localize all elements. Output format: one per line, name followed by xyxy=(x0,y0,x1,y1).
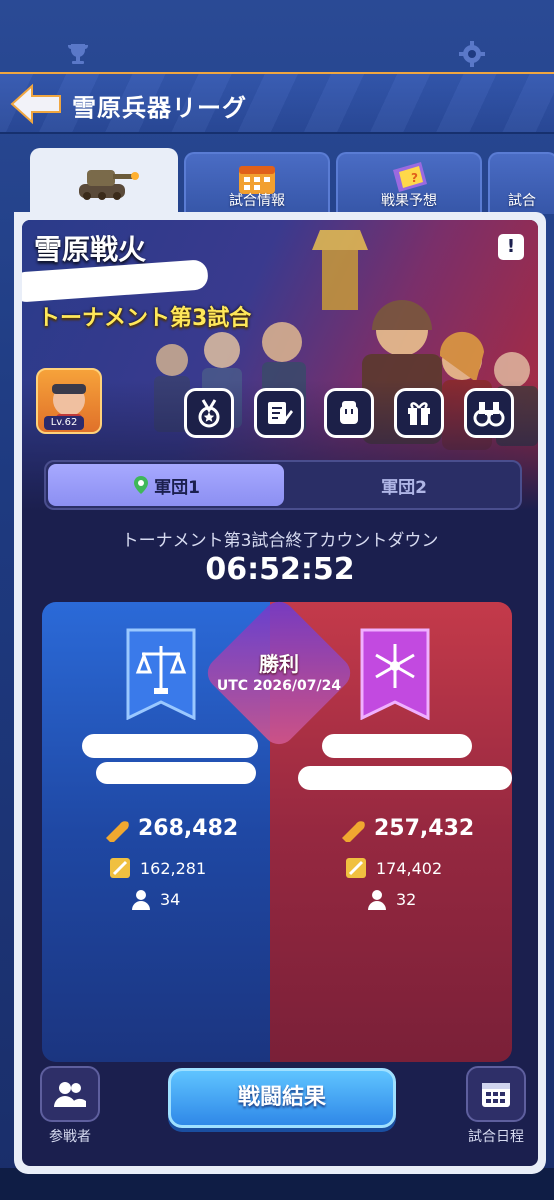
avatar[interactable]: Lv.62 xyxy=(36,368,102,434)
team-left-score: 162,281 xyxy=(108,856,206,880)
panel-content: 雪原戦火 トーナメント第3試合 ! Lv.62 軍団1 軍団2 トーナメント第3… xyxy=(22,220,538,1166)
tank-icon xyxy=(79,170,139,200)
location-pin-icon xyxy=(134,476,149,494)
svg-text:?: ? xyxy=(411,171,418,185)
trophy-icon[interactable] xyxy=(64,40,92,68)
gift-button[interactable] xyxy=(394,388,444,438)
calendar-icon xyxy=(482,1083,510,1107)
result-date: UTC 2026/07/24 xyxy=(216,678,342,694)
schedule-button[interactable] xyxy=(466,1066,526,1122)
person-icon xyxy=(368,890,386,910)
binoculars-icon xyxy=(473,402,505,427)
tab-match-info[interactable]: 試合情報 xyxy=(184,152,330,214)
tab-bar: 試合情報 ? 戦果予想 試合 xyxy=(30,148,554,214)
legion-2-option[interactable]: 軍団2 xyxy=(286,464,522,506)
tab-overview[interactable] xyxy=(30,148,178,214)
level-badge: Lv.62 xyxy=(44,416,84,430)
redaction-mark xyxy=(322,734,472,758)
legion-label: 軍団2 xyxy=(381,477,427,498)
team-left-power: 268,482 xyxy=(102,814,238,842)
edit-note-icon xyxy=(268,402,293,424)
tab-label: 戦果予想 xyxy=(381,193,437,209)
event-name: 雪原戦火 xyxy=(34,233,147,266)
battle-result-button[interactable]: 戦闘結果 xyxy=(168,1068,396,1128)
countdown-label: トーナメント第3試合終了カウントダウン xyxy=(121,531,439,551)
medal-icon xyxy=(198,399,220,428)
page-title: 雪原兵器リーグ xyxy=(72,94,247,122)
fist-button[interactable] xyxy=(324,388,374,438)
tab-label: 試合 xyxy=(508,193,536,209)
bullet-icon xyxy=(342,821,365,842)
edit-button[interactable] xyxy=(254,388,304,438)
medal-button[interactable] xyxy=(184,388,234,438)
fist-icon xyxy=(340,401,358,424)
redaction-mark xyxy=(298,766,512,790)
team-right-power: 257,432 xyxy=(338,814,474,842)
match-title: トーナメント第3試合 xyxy=(38,306,252,331)
back-arrow-icon[interactable] xyxy=(8,82,64,126)
tab-label: 試合情報 xyxy=(229,193,285,209)
legion-toggle: 軍団1 軍団2 xyxy=(44,460,522,510)
snowflake-flag-icon xyxy=(360,628,430,720)
gear-icon[interactable] xyxy=(458,40,486,68)
person-icon xyxy=(132,890,150,910)
binoculars-button[interactable] xyxy=(464,388,514,438)
sword-shield-icon xyxy=(110,858,130,878)
team-right-score: 174,402 xyxy=(344,856,442,880)
legion-1-option[interactable]: 軍団1 xyxy=(48,464,284,506)
countdown-timer: 06:52:52 xyxy=(205,552,355,587)
team-left-members: 34 xyxy=(130,888,180,910)
team-right-members: 32 xyxy=(366,888,416,910)
participants-icon xyxy=(54,1082,86,1107)
main-panel: 雪原戦火 トーナメント第3試合 ! Lv.62 軍団1 軍団2 トーナメント第3… xyxy=(14,212,546,1174)
info-button[interactable]: ! xyxy=(498,234,524,260)
result-label: 勝利 xyxy=(259,652,299,676)
tab-schedule-partial[interactable]: 試合 xyxy=(488,152,554,214)
participants-button[interactable] xyxy=(40,1066,100,1122)
participants-label: 参戦者 xyxy=(49,1129,91,1145)
redaction-mark xyxy=(96,762,256,784)
gift-icon xyxy=(408,402,430,425)
sword-shield-icon xyxy=(346,858,366,878)
schedule-label: 試合日程 xyxy=(468,1129,524,1145)
scales-flag-icon xyxy=(126,628,196,720)
legion-label: 軍団1 xyxy=(154,477,200,498)
redaction-mark xyxy=(82,734,258,758)
bullet-icon xyxy=(106,821,129,842)
header-bar: 雪原兵器リーグ xyxy=(0,72,554,134)
tab-prediction[interactable]: ? 戦果予想 xyxy=(336,152,482,214)
